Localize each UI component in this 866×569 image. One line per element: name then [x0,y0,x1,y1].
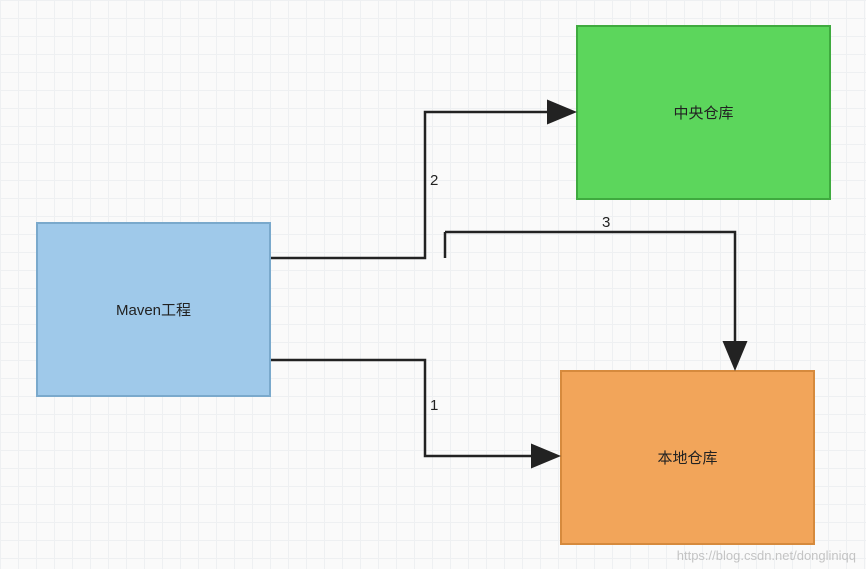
node-local-label: 本地仓库 [657,447,717,468]
edge-central-to-local-label: 3 [602,214,610,231]
node-maven: Maven工程 [36,222,271,397]
edge-central-to-local [445,232,735,366]
edge-to-local-label: 1 [430,397,438,414]
watermark: https://blog.csdn.net/dongliniqq [677,548,856,563]
edge-to-central [271,112,572,258]
node-central-label: 中央仓库 [673,102,733,123]
node-local: 本地仓库 [560,370,815,545]
node-maven-label: Maven工程 [116,299,191,320]
node-central: 中央仓库 [576,25,831,200]
edge-to-local [271,360,556,456]
edge-to-central-label: 2 [430,172,438,189]
